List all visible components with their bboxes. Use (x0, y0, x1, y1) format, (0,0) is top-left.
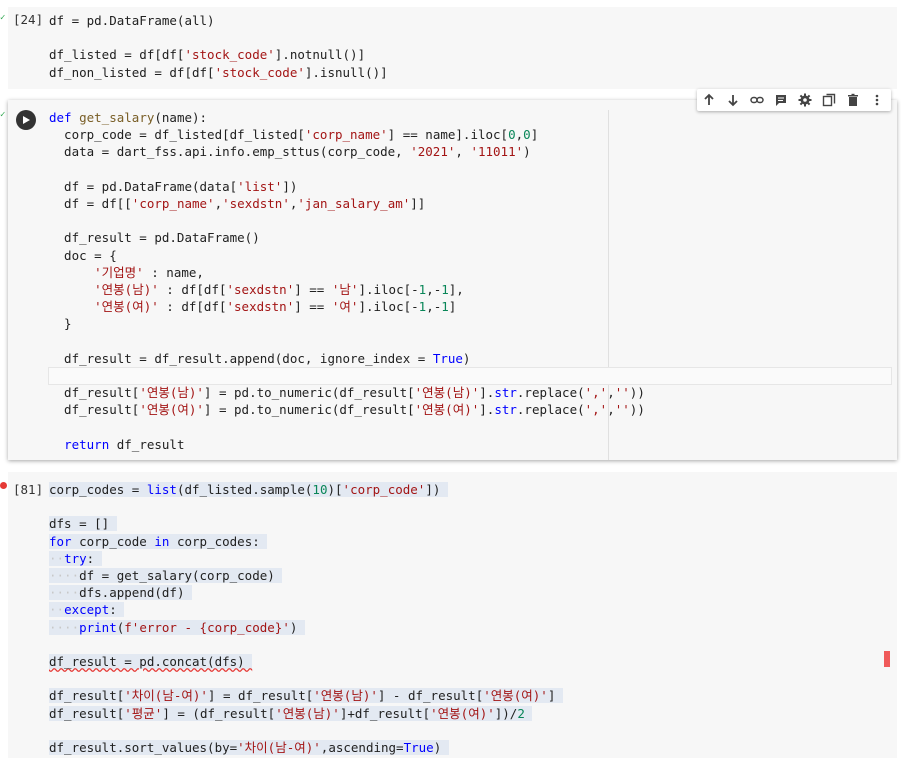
code-line[interactable]: ··try: (49, 550, 102, 567)
code-line[interactable]: def get_salary(name): (49, 109, 207, 126)
code-line[interactable]: ····dfs.append(df) (49, 584, 192, 601)
code-line[interactable]: df_result = df_result.append(doc, ignore… (49, 350, 470, 367)
code-line[interactable]: } (49, 315, 72, 332)
code-line[interactable]: df_result['연봉(여)'] = pd.to_numeric(df_re… (49, 401, 645, 418)
error-dot-icon (0, 482, 7, 489)
comment-icon[interactable] (769, 89, 793, 111)
success-check-icon: ✓ (0, 110, 6, 120)
code-line[interactable]: doc = { (49, 247, 117, 264)
code-line[interactable]: '기업명' : name, (49, 264, 204, 281)
code-line[interactable]: '연봉(여)' : df[df['sexdstn'] == '여'].iloc[… (49, 298, 456, 315)
code-line[interactable]: data = dart_fss.api.info.emp_sttus(corp_… (49, 143, 531, 160)
code-line[interactable]: ····df = get_salary(corp_code) (49, 567, 283, 584)
code-line[interactable]: df_result['평균'] = (df_result['연봉(남)']+df… (49, 705, 533, 722)
code-line[interactable]: df_non_listed = df[df['stock_code'].isnu… (49, 64, 388, 81)
code-line[interactable]: df_result['연봉(남)'] = pd.to_numeric(df_re… (49, 384, 645, 401)
code-line[interactable]: df = pd.DataFrame(data['list']) (49, 178, 297, 195)
code-line[interactable]: df_listed = df[df['stock_code'].notnull(… (49, 46, 365, 63)
code-line[interactable]: corp_codes = list(df_listed.sample(10)['… (49, 481, 448, 498)
code-line[interactable]: ····print(f'error - {corp_code}') (49, 619, 305, 636)
settings-icon[interactable] (793, 89, 817, 111)
mirror-cell-icon[interactable] (817, 89, 841, 111)
code-line[interactable]: df_result['차이(남-여)'] = df_result['연봉(남)'… (49, 687, 563, 704)
code-line[interactable]: corp_code = df_listed[df_listed['corp_na… (49, 126, 538, 143)
link-icon[interactable] (745, 89, 769, 111)
delete-icon[interactable] (841, 89, 865, 111)
code-line[interactable]: df = pd.DataFrame(all) (49, 12, 215, 29)
cell-toolbar (697, 89, 891, 111)
current-line-highlight (48, 367, 892, 385)
run-cell-button[interactable] (16, 110, 36, 130)
code-line[interactable]: for corp_code in corp_codes: (49, 533, 268, 550)
execution-count: [24] (13, 12, 44, 27)
code-line[interactable]: df_result = pd.DataFrame() (49, 229, 260, 246)
code-line[interactable]: dfs = [] (49, 515, 117, 532)
more-icon[interactable] (865, 89, 889, 111)
code-line[interactable]: df_result.sort_values(by='차이(남-여)',ascen… (49, 739, 449, 756)
code-line[interactable]: return df_result (49, 436, 184, 453)
move-down-icon[interactable] (721, 89, 745, 111)
error-scroll-marker (884, 651, 890, 667)
code-line[interactable]: df = df[['corp_name','sexdstn','jan_sala… (49, 195, 425, 212)
execution-count: [81] (13, 482, 44, 497)
code-line[interactable]: '연봉(남)' : df[df['sexdstn'] == '남'].iloc[… (49, 281, 464, 298)
success-check-icon: ✓ (0, 13, 6, 23)
move-up-icon[interactable] (697, 89, 721, 111)
code-line[interactable]: ··except: (49, 601, 125, 618)
code-line[interactable]: df_result = pd.concat(dfs) (49, 653, 253, 670)
